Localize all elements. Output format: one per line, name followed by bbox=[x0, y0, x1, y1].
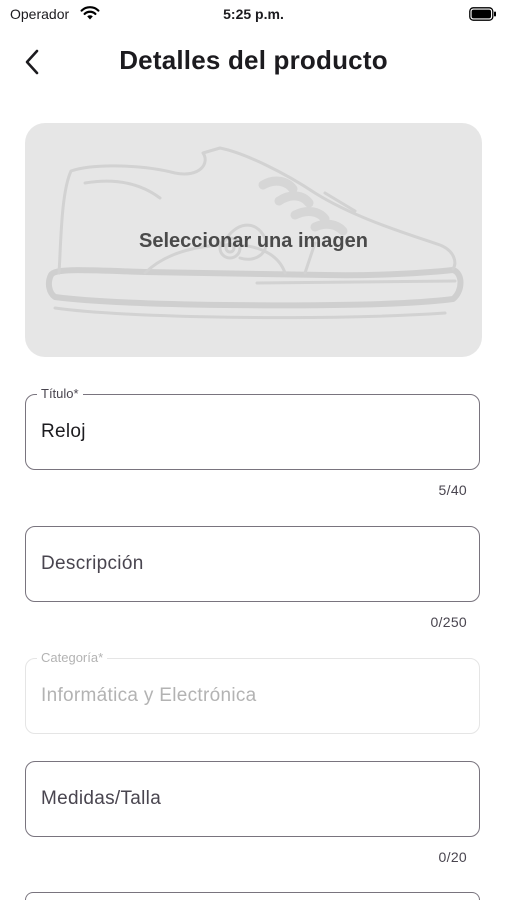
title-field-label: Título* bbox=[37, 386, 83, 401]
title-field-value: Reloj bbox=[41, 421, 86, 442]
size-char-counter: 0/20 bbox=[438, 849, 467, 865]
next-field[interactable] bbox=[25, 892, 480, 900]
category-field: Categoría* Informática y Electrónica bbox=[25, 650, 480, 734]
size-field-placeholder: Medidas/Talla bbox=[41, 788, 162, 809]
page-title: Detalles del producto bbox=[119, 45, 388, 75]
title-field[interactable]: Título* Reloj bbox=[25, 386, 480, 470]
category-field-label: Categoría* bbox=[37, 650, 108, 665]
description-field[interactable]: Descripción bbox=[25, 526, 480, 602]
battery-icon bbox=[469, 7, 497, 26]
image-picker[interactable]: Seleccionar una imagen bbox=[25, 123, 482, 357]
size-field[interactable]: Medidas/Talla bbox=[25, 761, 480, 837]
select-image-label: Seleccionar una imagen bbox=[139, 230, 368, 252]
app-header: Detalles del producto bbox=[0, 40, 507, 84]
clock: 5:25 p.m. bbox=[223, 6, 284, 22]
description-char-counter: 0/250 bbox=[430, 614, 467, 630]
category-field-value: Informática y Electrónica bbox=[41, 685, 257, 706]
description-field-placeholder: Descripción bbox=[41, 553, 144, 574]
status-bar: Operador 5:25 p.m. bbox=[0, 0, 507, 30]
title-char-counter: 5/40 bbox=[438, 482, 467, 498]
